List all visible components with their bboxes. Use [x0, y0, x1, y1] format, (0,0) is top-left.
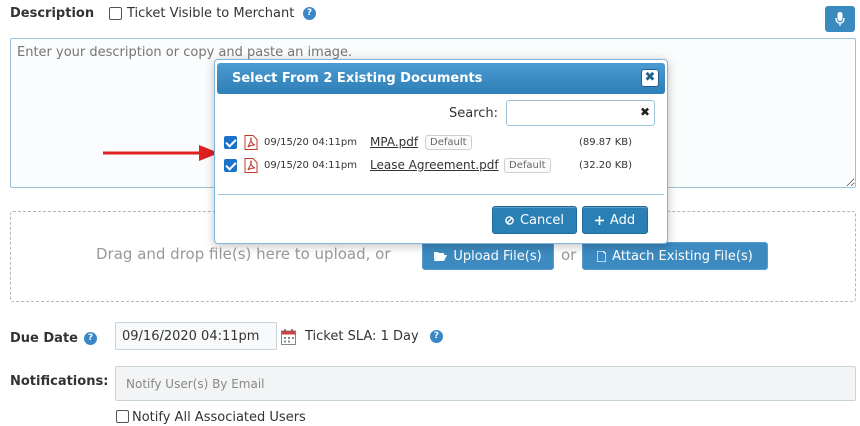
modal-divider: [218, 194, 664, 195]
select-documents-modal: Select From 2 Existing Documents ✖ Searc…: [214, 59, 668, 244]
help-icon[interactable]: ?: [303, 7, 316, 20]
attach-existing-files-button[interactable]: Attach Existing File(s): [582, 242, 768, 270]
upload-files-button[interactable]: Upload File(s): [422, 242, 554, 270]
red-arrow-annotation: [103, 145, 219, 161]
file-icon: [597, 250, 607, 262]
cancel-icon: [505, 215, 514, 225]
search-label: Search:: [449, 106, 499, 121]
document-name-link[interactable]: MPA.pdf: [370, 135, 418, 149]
visible-to-merchant-checkbox[interactable]: [109, 7, 122, 20]
add-button-label: Add: [609, 212, 636, 228]
notify-all-checkbox[interactable]: [116, 410, 129, 423]
due-date-input[interactable]: 09/16/2020 04:11pm: [115, 322, 277, 350]
ticket-sla-text: Ticket SLA: 1 Day: [305, 329, 419, 344]
description-label: Description: [10, 6, 95, 21]
pdf-icon: [244, 157, 258, 173]
search-input[interactable]: ✖: [506, 100, 655, 126]
default-badge: Default: [504, 157, 551, 173]
dropzone-text: Drag and drop file(s) here to upload, or: [96, 245, 391, 263]
document-checkbox[interactable]: [224, 135, 237, 149]
add-button[interactable]: Add: [582, 206, 648, 234]
document-size: (32.20 KB): [579, 159, 633, 171]
document-date: 09/15/20 04:11pm: [264, 136, 357, 148]
pdf-icon: [244, 134, 258, 150]
notifications-label: Notifications:: [10, 374, 109, 389]
or-text: or: [561, 246, 577, 264]
document-checkbox[interactable]: [224, 158, 237, 172]
due-date-label: Due Date: [10, 331, 78, 346]
notify-all-label: Notify All Associated Users: [132, 410, 306, 425]
modal-header: Select From 2 Existing Documents ✖: [217, 63, 665, 94]
help-icon[interactable]: ?: [84, 332, 97, 345]
help-icon[interactable]: ?: [430, 330, 443, 343]
modal-title: Select From 2 Existing Documents: [232, 71, 483, 86]
cancel-button[interactable]: Cancel: [492, 206, 577, 234]
folder-open-icon: [434, 252, 448, 261]
document-date: 09/15/20 04:11pm: [264, 159, 357, 171]
attach-existing-files-label: Attach Existing File(s): [612, 248, 753, 264]
document-name-link[interactable]: Lease Agreement.pdf: [370, 158, 499, 172]
plus-icon: [594, 215, 604, 225]
close-icon[interactable]: ✖: [641, 69, 659, 87]
upload-files-label: Upload File(s): [453, 248, 542, 264]
calendar-icon[interactable]: [281, 329, 296, 345]
microphone-icon: [835, 12, 845, 26]
default-badge: Default: [425, 134, 472, 150]
visible-to-merchant-label: Ticket Visible to Merchant: [127, 6, 295, 21]
notify-users-input[interactable]: Notify User(s) By Email: [115, 366, 856, 401]
document-row[interactable]: 09/15/20 04:11pm MPA.pdf Default (89.87 …: [224, 133, 654, 151]
document-size: (89.87 KB): [579, 136, 633, 148]
document-row[interactable]: 09/15/20 04:11pm Lease Agreement.pdf Def…: [224, 156, 654, 174]
cancel-button-label: Cancel: [519, 212, 565, 228]
microphone-button[interactable]: [825, 6, 855, 32]
search-clear-icon[interactable]: ✖: [640, 105, 650, 119]
